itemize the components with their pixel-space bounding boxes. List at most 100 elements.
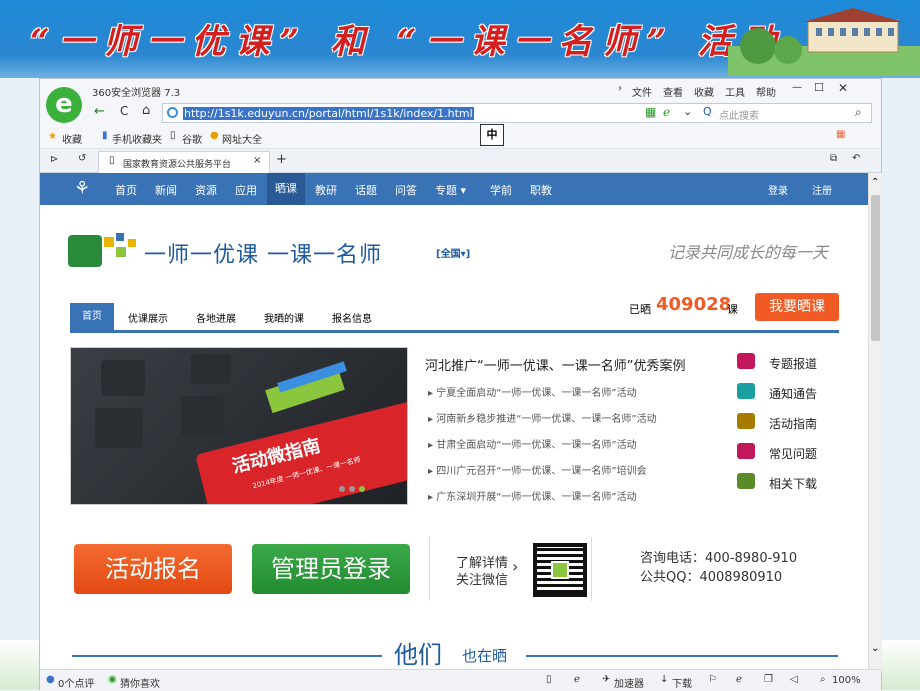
ie-icon[interactable]: ℯ xyxy=(663,105,670,119)
chevron-right-icon[interactable]: › xyxy=(618,83,622,94)
nav-apps[interactable]: 应用 xyxy=(235,182,257,198)
tab-my-lessons[interactable]: 我晒的课 xyxy=(264,310,304,325)
mobile-icon[interactable]: ▯ xyxy=(546,674,552,685)
news-item[interactable]: ▸ 宁夏全面启动“一师一优课、一课一名师”活动 xyxy=(428,384,637,399)
home-icon[interactable]: ⌂ xyxy=(142,103,150,118)
search-icon[interactable]: ⌕ xyxy=(855,105,862,120)
speaker-icon[interactable]: ◁ xyxy=(790,674,798,685)
hotline: 咨询电话：400-8980-910 xyxy=(640,551,798,566)
headline-link[interactable]: 河北推广“一师一优课、一课一名师”优秀案例 xyxy=(425,355,685,374)
nav-research[interactable]: 教研 xyxy=(315,182,337,198)
logo-title: 一师一优课 一课一名师 xyxy=(144,243,382,268)
status-bar: ● 0个点评 ◉ 猜你喜欢 ▯ ℯ ✈ 加速器 ↓ 下载 ⚐ ℯ ❐ ◁ ⌕ 1… xyxy=(40,669,881,691)
share-lesson-button[interactable]: 我要晒课 xyxy=(755,293,839,321)
side-link-special[interactable]: 专题报道 xyxy=(737,353,837,373)
minimize-button[interactable]: — xyxy=(792,82,802,93)
new-tab-icon[interactable]: + xyxy=(276,152,287,167)
admin-login-button[interactable]: 管理员登录 xyxy=(252,544,410,594)
window-icon[interactable]: ⧉ xyxy=(830,153,837,164)
nav-preschool[interactable]: 学前 xyxy=(490,182,512,198)
url-text[interactable]: http://1s1k.eduyun.cn/portal/html/1s1k/i… xyxy=(183,107,474,120)
scroll-thumb[interactable] xyxy=(871,195,880,341)
carousel-dot[interactable] xyxy=(349,486,355,492)
fav-collect[interactable]: 收藏 xyxy=(62,131,82,146)
fav-mobile[interactable]: 手机收藏夹 xyxy=(112,131,162,146)
flag-icon[interactable]: ⚐ xyxy=(708,674,717,685)
url-field[interactable]: http://1s1k.eduyun.cn/portal/html/1s1k/i… xyxy=(162,103,872,123)
zoom-icon[interactable]: ⌕ xyxy=(820,674,826,685)
ime-indicator: 中 xyxy=(480,124,504,146)
news-item[interactable]: ▸ 四川广元召开“一师一优课、一课一名师”培训会 xyxy=(428,462,647,477)
count-prefix: 已晒 xyxy=(629,303,651,316)
window-icon[interactable]: ❐ xyxy=(764,674,773,685)
login-link[interactable]: 登录 xyxy=(768,182,788,197)
register-link[interactable]: 注册 xyxy=(812,182,832,197)
tab-title: 国家教育资源公共服务平台 xyxy=(123,160,232,170)
rocket-icon[interactable]: ✈ xyxy=(602,674,610,685)
globe-icon: ● xyxy=(210,130,219,141)
scope-select[interactable]: [全国▾] xyxy=(436,245,470,260)
carousel-dot[interactable] xyxy=(339,486,345,492)
menu-help[interactable]: 帮助 xyxy=(756,84,776,99)
nav-share[interactable]: 晒课 xyxy=(267,173,305,205)
chevron-down-icon[interactable]: ⌄ xyxy=(683,105,692,118)
section-rule xyxy=(526,655,838,657)
back-icon[interactable]: ← xyxy=(94,104,105,119)
menu-file[interactable]: 文件 xyxy=(632,84,652,99)
site-nav: ⚘ 首页 新闻 资源 应用 晒课 教研 话题 问答 专题 ▾ 学前 职教 登录 … xyxy=(40,173,868,205)
signup-button[interactable]: 活动报名 xyxy=(74,544,232,594)
side-link-faq[interactable]: 常见问题 xyxy=(737,443,837,463)
nav-news[interactable]: 新闻 xyxy=(155,182,177,198)
maximize-button[interactable]: ☐ xyxy=(814,81,824,94)
download-arrow-icon[interactable]: ↓ xyxy=(660,674,668,685)
tab-showcase[interactable]: 优课展示 xyxy=(128,310,168,325)
tab-active[interactable]: ▯ 国家教育资源公共服务平台 × xyxy=(98,151,270,173)
zoom-level[interactable]: 100% xyxy=(832,675,861,686)
nav-topics[interactable]: 话题 xyxy=(355,182,377,198)
undo-icon[interactable]: ↺ xyxy=(78,153,86,164)
tab-home[interactable]: 首页 xyxy=(70,303,114,330)
close-tab-icon[interactable]: × xyxy=(253,155,261,166)
side-link-notice[interactable]: 通知通告 xyxy=(737,383,837,403)
tab-progress[interactable]: 各地进展 xyxy=(196,310,236,325)
nav-home[interactable]: 首页 xyxy=(115,182,137,198)
scroll-up-icon[interactable]: ⌃ xyxy=(871,177,879,188)
refresh-icon[interactable]: C xyxy=(120,104,128,118)
comments-count[interactable]: 0个点评 xyxy=(58,675,94,690)
nav-resources[interactable]: 资源 xyxy=(195,182,217,198)
ie-icon[interactable]: ℯ xyxy=(574,674,580,685)
side-link-download[interactable]: 相关下载 xyxy=(737,473,837,493)
qr-icon[interactable]: ▦ xyxy=(645,105,656,119)
sidebar-toggle-icon[interactable]: ⊳ xyxy=(50,154,58,165)
news-item[interactable]: ▸ 河南新乡稳步推进“一师一优课、一课一名师”活动 xyxy=(428,410,657,425)
banner-image[interactable]: 活动微指南 2014年度 一师一优课、一课一名师 xyxy=(70,347,408,505)
accelerator[interactable]: 加速器 xyxy=(614,675,644,690)
ie-icon[interactable]: ℯ xyxy=(736,674,742,685)
search-input[interactable]: 点此搜索 xyxy=(719,107,759,122)
nav-qa[interactable]: 问答 xyxy=(395,182,417,198)
scroll-down-icon[interactable]: ⌄ xyxy=(871,643,879,654)
fav-google[interactable]: 谷歌 xyxy=(182,131,202,146)
fav-sites[interactable]: 网址大全 xyxy=(222,131,262,146)
lesson-count: 409028 xyxy=(656,294,732,315)
carousel-dot-active[interactable] xyxy=(359,486,365,492)
apps-icon[interactable]: ▦ xyxy=(836,129,845,140)
search-engine-icon[interactable]: Q xyxy=(703,105,712,118)
nav-special[interactable]: 专题 ▾ xyxy=(435,182,466,198)
wechat-qr-code xyxy=(533,543,587,597)
restore-icon[interactable]: ↶ xyxy=(852,153,860,164)
tab-signup-info[interactable]: 报名信息 xyxy=(332,310,372,325)
count-suffix: 课 xyxy=(727,303,738,316)
side-link-guide[interactable]: 活动指南 xyxy=(737,413,837,433)
menu-tools[interactable]: 工具 xyxy=(725,84,745,99)
menu-view[interactable]: 查看 xyxy=(663,84,683,99)
news-text: 宁夏全面启动“一师一优课、一课一名师”活动 xyxy=(436,388,637,399)
nav-vocational[interactable]: 职教 xyxy=(530,182,552,198)
menu-favorites[interactable]: 收藏 xyxy=(694,84,714,99)
news-item[interactable]: ▸ 广东深圳开展“一师一优课、一课一名师”活动 xyxy=(428,488,637,503)
download-manager[interactable]: 下载 xyxy=(672,675,692,690)
scrollbar[interactable]: ⌃ ⌄ xyxy=(868,173,882,671)
guess-you-like[interactable]: 猜你喜欢 xyxy=(120,675,160,690)
close-button[interactable]: ✕ xyxy=(838,81,848,95)
news-item[interactable]: ▸ 甘肃全面启动“一师一优课、一课一名师”活动 xyxy=(428,436,637,451)
